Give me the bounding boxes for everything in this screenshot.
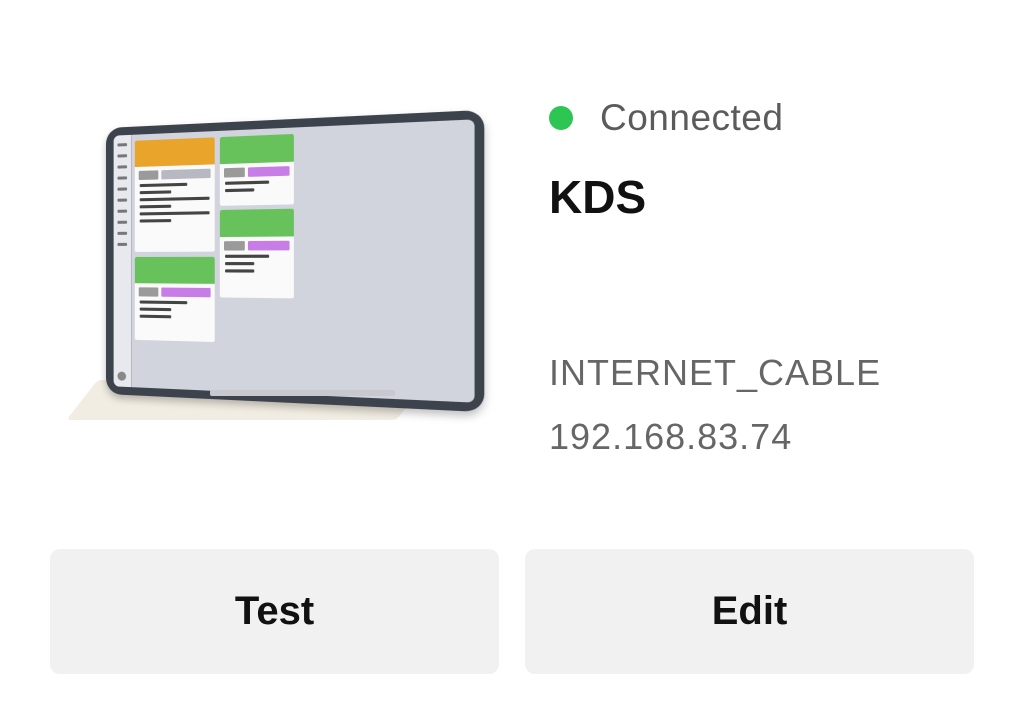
test-button[interactable]: Test: [50, 549, 499, 674]
ticket-card: [134, 256, 215, 343]
connection-status: Connected: [549, 97, 784, 138]
device-name: KDS: [549, 171, 647, 223]
ticket-card: [219, 133, 294, 206]
ticket-card: [134, 137, 215, 252]
tablet-frame: [106, 109, 485, 413]
screen-sidebar: [113, 134, 132, 388]
status-indicator-icon: [549, 106, 573, 130]
ip-address: 192.168.83.74: [549, 416, 793, 457]
tablet-screen: [113, 119, 475, 403]
tablet-stand: [210, 390, 395, 396]
ticket-card: [219, 208, 294, 299]
edit-button[interactable]: Edit: [525, 549, 974, 674]
connection-type: INTERNET_CABLE: [549, 352, 882, 393]
kds-device-illustration: [66, 109, 485, 422]
status-text: Connected: [600, 97, 784, 138]
